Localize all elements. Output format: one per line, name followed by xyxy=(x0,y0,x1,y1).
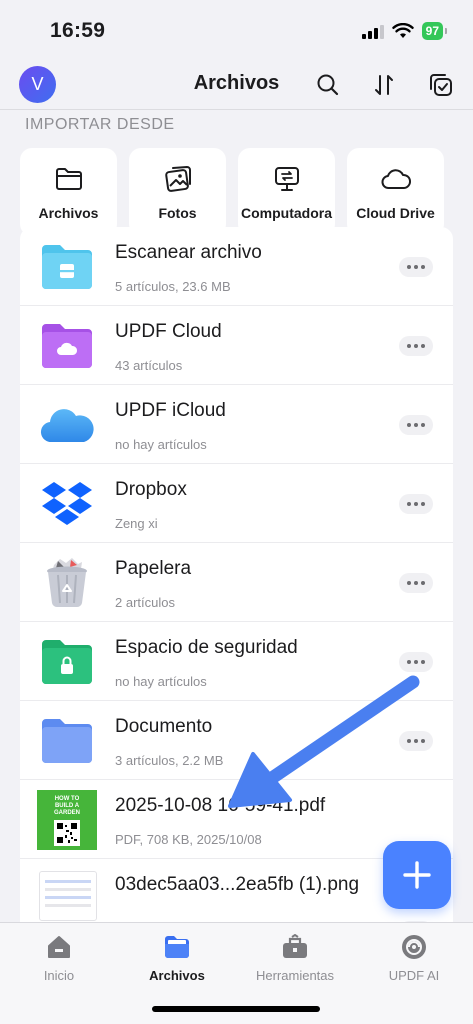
add-button[interactable] xyxy=(383,841,451,909)
updf-cloud-folder-icon xyxy=(39,318,95,374)
cloud-icon xyxy=(381,169,411,189)
tab-label: Herramientas xyxy=(255,968,335,983)
import-label: Archivos xyxy=(38,205,99,221)
secure-folder-icon xyxy=(39,634,95,690)
import-archivos-button[interactable]: Archivos xyxy=(20,148,117,236)
thumb-line: GARDEN xyxy=(53,810,80,816)
file-meta: Zeng xi xyxy=(115,516,158,531)
import-section-title: IMPORTAR DESDE xyxy=(25,116,175,133)
search-button[interactable] xyxy=(313,70,343,100)
computer-icon xyxy=(274,167,299,191)
more-button[interactable] xyxy=(399,573,433,593)
home-indicator[interactable] xyxy=(152,1006,320,1012)
more-button[interactable] xyxy=(399,731,433,751)
status-time: 16:59 xyxy=(50,19,106,42)
more-button[interactable] xyxy=(399,415,433,435)
list-item[interactable]: UPDF iCloud no hay artículos xyxy=(20,385,453,464)
signal-icon xyxy=(361,24,384,39)
tab-herramientas[interactable]: Herramientas xyxy=(236,933,354,983)
status-bar: 16:59 97 xyxy=(0,0,473,62)
import-grid: Archivos Fotos Computadora Cloud Drive xyxy=(20,148,444,236)
battery-indicator: 97 xyxy=(421,22,448,40)
files-icon xyxy=(165,936,189,958)
photos-icon xyxy=(164,165,191,192)
more-button[interactable] xyxy=(399,494,433,514)
nav-bar: V Archivos xyxy=(0,62,473,110)
import-label: Computadora xyxy=(241,205,332,221)
file-meta: PDF, 708 KB, 2025/10/08 xyxy=(115,832,262,847)
tab-archivos[interactable]: Archivos xyxy=(118,933,236,983)
file-list: Escanear archivo 5 artículos, 23.6 MB UP… xyxy=(20,227,453,947)
thumb-line: BUILD A xyxy=(54,803,80,809)
import-fotos-button[interactable]: Fotos xyxy=(129,148,226,236)
sort-button[interactable] xyxy=(369,70,399,100)
document-folder-icon xyxy=(39,713,95,769)
list-item[interactable]: Espacio de seguridad no hay artículos xyxy=(20,622,453,701)
thumb-line: HOW TO xyxy=(54,796,80,802)
plus-icon xyxy=(403,861,431,889)
file-name: UPDF iCloud xyxy=(115,400,226,421)
multi-select-icon xyxy=(430,74,452,96)
file-name: Documento xyxy=(115,716,213,737)
search-icon xyxy=(317,74,339,96)
file-meta: 3 artículos, 2.2 MB xyxy=(115,753,224,768)
file-name: UPDF Cloud xyxy=(115,321,222,342)
status-icons: 97 xyxy=(361,22,448,40)
file-name: 03dec5aa03...2ea5fb (1).png xyxy=(115,874,360,895)
more-button[interactable] xyxy=(399,257,433,277)
dropbox-icon xyxy=(39,476,95,532)
list-item[interactable]: Papelera 2 artículos xyxy=(20,543,453,622)
ai-icon xyxy=(402,935,426,959)
select-button[interactable] xyxy=(426,70,456,100)
file-meta: 43 artículos xyxy=(115,358,183,373)
png-thumbnail xyxy=(39,871,97,921)
pdf-thumbnail: HOW TO BUILD A GARDEN xyxy=(37,790,97,850)
page-title: Archivos xyxy=(193,72,280,94)
import-label: Fotos xyxy=(158,205,197,221)
wifi-icon xyxy=(391,23,414,38)
file-meta: no hay artículos xyxy=(115,674,207,689)
import-computadora-button[interactable]: Computadora xyxy=(238,148,335,236)
list-item[interactable]: Escanear archivo 5 artículos, 23.6 MB xyxy=(20,227,453,306)
list-item[interactable]: Documento 3 artículos, 2.2 MB xyxy=(20,701,453,780)
list-item[interactable]: UPDF Cloud 43 artículos xyxy=(20,306,453,385)
tools-icon xyxy=(283,934,307,958)
trash-icon xyxy=(39,555,95,611)
icloud-icon xyxy=(39,397,95,453)
import-label: Cloud Drive xyxy=(356,205,435,221)
home-icon xyxy=(48,936,70,958)
file-name: Dropbox xyxy=(115,479,187,500)
tab-label: UPDF AI xyxy=(388,968,440,983)
more-button[interactable] xyxy=(399,652,433,672)
sort-icon xyxy=(375,75,393,95)
file-meta: 5 artículos, 23.6 MB xyxy=(115,279,231,294)
file-name: Espacio de seguridad xyxy=(115,637,298,658)
file-name: 2025-10-08 16-59-41.pdf xyxy=(115,795,326,816)
list-item[interactable]: Dropbox Zeng xi xyxy=(20,464,453,543)
file-meta: 2 artículos xyxy=(115,595,175,610)
tab-label: Archivos xyxy=(149,968,205,983)
folder-icon xyxy=(55,168,82,190)
tab-updf-ai[interactable]: UPDF AI xyxy=(355,933,473,983)
tab-inicio[interactable]: Inicio xyxy=(0,933,118,983)
file-name: Papelera xyxy=(115,558,192,579)
tab-label: Inicio xyxy=(43,968,75,983)
more-button[interactable] xyxy=(399,336,433,356)
file-meta: no hay artículos xyxy=(115,437,207,452)
qr-code xyxy=(54,820,80,846)
file-name: Escanear archivo xyxy=(115,242,262,263)
scan-folder-icon xyxy=(39,239,95,295)
import-cloud-drive-button[interactable]: Cloud Drive xyxy=(347,148,444,236)
